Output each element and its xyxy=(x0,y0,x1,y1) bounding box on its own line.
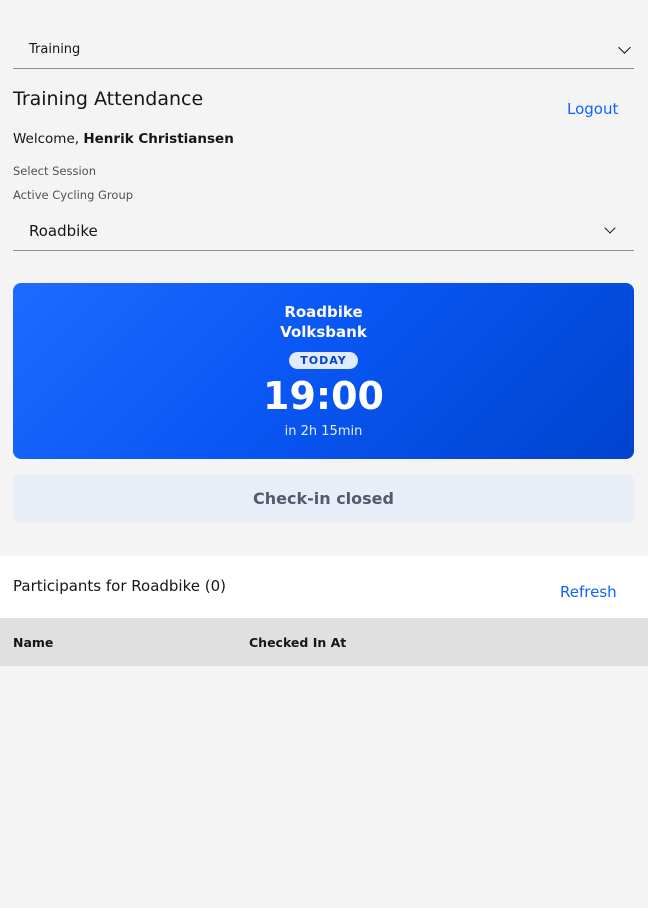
participants-title: Participants for Roadbike (0) xyxy=(13,577,226,595)
refresh-link[interactable]: Refresh xyxy=(560,583,617,601)
session-time: 19:00 xyxy=(263,374,384,418)
session-relative-time: in 2h 15min xyxy=(284,424,363,439)
table-header: Name Checked In At xyxy=(0,618,648,666)
column-header-name[interactable]: Name xyxy=(13,635,53,650)
chevron-down-icon xyxy=(618,41,631,54)
session-card: Roadbike Volksbank TODAY 19:00 in 2h 15m… xyxy=(13,283,634,459)
training-select-value: Training xyxy=(29,42,81,57)
user-name: Henrik Christiansen xyxy=(83,131,234,147)
training-select[interactable]: Training xyxy=(13,34,634,69)
active-group-label: Active Cycling Group xyxy=(13,188,134,202)
column-header-checked-in-at[interactable]: Checked In At xyxy=(249,635,346,650)
cycling-group-select-value: Roadbike xyxy=(29,222,98,240)
page-title: Training Attendance xyxy=(13,88,204,110)
checkin-button[interactable]: Check-in closed xyxy=(13,475,634,523)
session-location: Volksbank xyxy=(280,323,367,341)
logout-link[interactable]: Logout xyxy=(567,100,618,118)
participants-panel: Participants for Roadbike (0) Refresh xyxy=(0,556,648,618)
chevron-down-icon xyxy=(604,222,616,234)
today-badge: TODAY xyxy=(289,352,358,369)
welcome-prefix: Welcome, xyxy=(13,131,80,147)
welcome-text: Welcome, Henrik Christiansen xyxy=(13,131,234,147)
cycling-group-select[interactable]: Roadbike xyxy=(13,213,634,251)
select-session-label: Select Session xyxy=(13,164,97,178)
session-name: Roadbike xyxy=(284,303,363,321)
